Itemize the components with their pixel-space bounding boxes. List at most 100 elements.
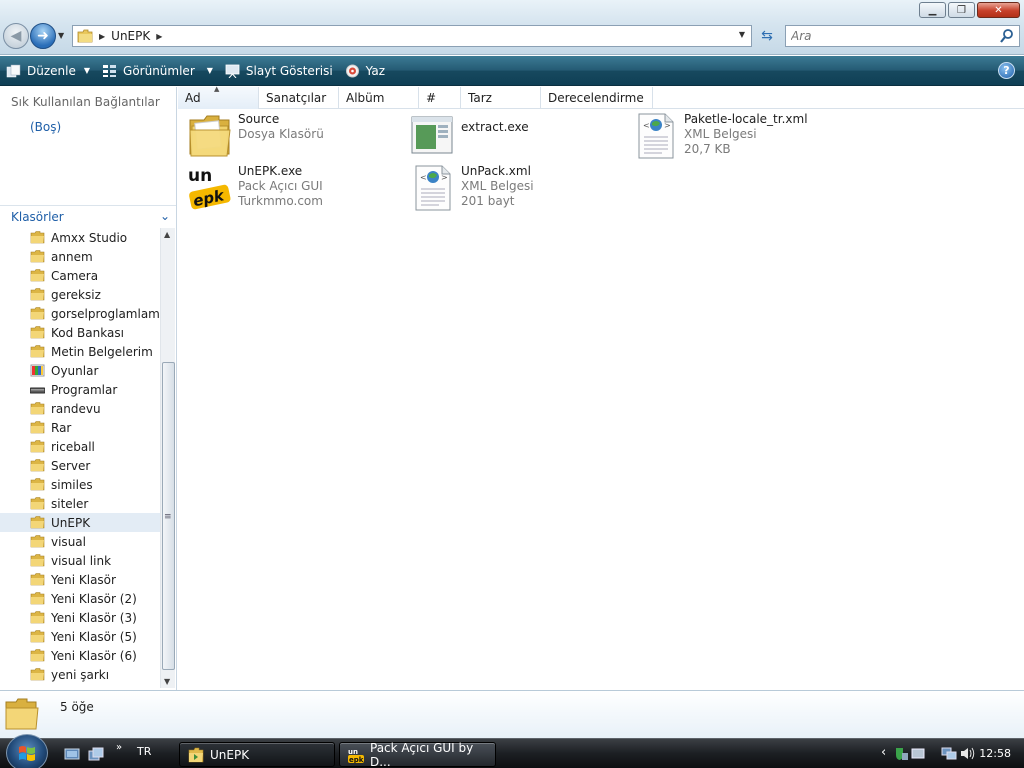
back-arrow-icon: ◀	[10, 28, 22, 44]
file-item-unepk-exe[interactable]: un epk UnEPK.exe Pack Açıcı GUI Turkmmo.…	[186, 164, 323, 212]
item-count: 5 öğe	[60, 700, 94, 714]
folder-icon	[30, 497, 45, 510]
search-icon[interactable]	[999, 28, 1015, 44]
column-album[interactable]: Albüm	[339, 87, 419, 109]
scroll-down-arrow-icon[interactable]: ▼	[164, 677, 170, 686]
folder-icon	[30, 478, 45, 491]
recent-pages-dropdown[interactable]: ▼	[58, 31, 64, 40]
forward-arrow-icon: ➜	[37, 28, 49, 44]
tree-item[interactable]: UnEPK	[0, 513, 160, 532]
folder-icon	[30, 459, 45, 472]
burn-button[interactable]: Yaz	[339, 56, 391, 85]
show-desktop-icon[interactable]	[64, 746, 80, 762]
quick-launch-more-icon[interactable]: »	[116, 742, 122, 753]
svg-text:epk: epk	[192, 186, 227, 210]
taskbar-button-pack-acici[interactable]: un epk Pack Açıcı GUI by D...	[339, 741, 496, 768]
views-menu-button[interactable]: Görünümler ▼	[96, 56, 219, 85]
folders-header[interactable]: Klasörler ⌄	[0, 205, 176, 227]
organize-menu-button[interactable]: Düzenle ▼	[0, 56, 96, 85]
devices-icon[interactable]	[910, 746, 926, 761]
security-shield-icon[interactable]	[893, 746, 909, 761]
tree-item[interactable]: Kod Bankası	[0, 323, 160, 342]
svg-text:un: un	[188, 166, 212, 186]
breadcrumb-unepk[interactable]: UnEPK	[111, 29, 150, 43]
minimize-button[interactable]: ▁	[919, 2, 946, 18]
tree-item[interactable]: yeni şarkı	[0, 665, 160, 684]
file-text: extract.exe	[461, 112, 529, 135]
file-item-source[interactable]: Source Dosya Klasörü	[186, 112, 324, 160]
tree-item[interactable]: gereksiz	[0, 285, 160, 304]
clock[interactable]: 12:58	[979, 747, 1011, 760]
svg-text:>: >	[664, 121, 671, 130]
tree-item[interactable]: randevu	[0, 399, 160, 418]
tree-item[interactable]: Yeni Klasör (2)	[0, 589, 160, 608]
file-item-extract-exe[interactable]: extract.exe	[409, 112, 529, 160]
folder-tree-scrollbar[interactable]: ▲ ≡ ▼	[160, 228, 175, 688]
breadcrumb-separator-icon[interactable]: ▶	[156, 32, 162, 41]
tree-item[interactable]: riceball	[0, 437, 160, 456]
tree-item-label: visual	[51, 534, 86, 549]
column-genre[interactable]: Tarz	[461, 87, 541, 109]
scroll-up-arrow-icon[interactable]: ▲	[164, 230, 170, 239]
volume-icon[interactable]	[959, 746, 975, 761]
start-button[interactable]	[6, 734, 48, 768]
network-icon[interactable]	[941, 746, 957, 761]
tree-item[interactable]: Rar	[0, 418, 160, 437]
help-icon: ?	[1003, 64, 1010, 77]
tree-item[interactable]: Amxx Studio	[0, 228, 160, 247]
file-type: Dosya Klasörü	[238, 127, 324, 141]
tree-item[interactable]: Yeni Klasör (6)	[0, 646, 160, 665]
switch-windows-icon[interactable]	[88, 746, 104, 762]
chevron-left-icon[interactable]: ‹	[881, 745, 886, 760]
unepk-logo-icon: un epk	[188, 166, 231, 210]
folder-icon	[30, 649, 45, 662]
help-button[interactable]: ?	[998, 62, 1015, 79]
taskbar-button-unepk[interactable]: UnEPK	[179, 742, 335, 767]
organize-icon	[6, 64, 21, 77]
slideshow-button[interactable]: Slayt Gösterisi	[219, 56, 339, 85]
xml-document-icon: < >	[415, 165, 451, 211]
search-input[interactable]	[786, 26, 986, 46]
folder-icon	[30, 630, 45, 643]
forward-button[interactable]: ➜	[30, 23, 56, 49]
tree-item[interactable]: visual	[0, 532, 160, 551]
command-bar: Düzenle ▼ Görünümler ▼ Slayt Gösterisi Y…	[0, 56, 1024, 86]
close-button[interactable]: ✕	[977, 2, 1020, 18]
refresh-button[interactable]: ⇆	[755, 25, 779, 47]
search-box[interactable]	[785, 25, 1020, 47]
maximize-button[interactable]: ❐	[948, 2, 975, 18]
address-bar[interactable]: ▶ UnEPK ▶ ▼	[72, 25, 752, 47]
svg-text:un: un	[348, 748, 358, 756]
folder-icon	[30, 516, 45, 529]
back-button[interactable]: ◀	[3, 23, 29, 49]
tree-item[interactable]: visual link	[0, 551, 160, 570]
tree-item[interactable]: Camera	[0, 266, 160, 285]
address-history-dropdown[interactable]: ▼	[739, 30, 745, 39]
tree-item[interactable]: Server	[0, 456, 160, 475]
tree-item[interactable]: Yeni Klasör (3)	[0, 608, 160, 627]
column-name[interactable]: Ad ▲	[178, 85, 259, 109]
file-description: Pack Açıcı GUI	[238, 179, 323, 193]
folder-icon	[30, 554, 45, 567]
tree-item[interactable]: Yeni Klasör (5)	[0, 627, 160, 646]
column-artists[interactable]: Sanatçılar	[259, 87, 339, 109]
tree-item[interactable]: annem	[0, 247, 160, 266]
column-rating[interactable]: Derecelendirme	[541, 87, 653, 109]
column-track-number[interactable]: #	[419, 87, 461, 109]
folder-icon	[30, 421, 45, 434]
tree-item[interactable]: Oyunlar	[0, 361, 160, 380]
tree-item[interactable]: siteler	[0, 494, 160, 513]
tree-item[interactable]: similes	[0, 475, 160, 494]
tree-item[interactable]: Programlar	[0, 380, 160, 399]
folder-icon	[30, 269, 45, 282]
file-name: extract.exe	[461, 120, 529, 134]
language-indicator[interactable]: TR	[137, 745, 151, 758]
window-title-bar: ▁ ❐ ✕ ◀ ➜ ▼ ▶ UnEPK ▶ ▼ ⇆	[0, 0, 1024, 55]
tree-item[interactable]: Metin Belgelerim	[0, 342, 160, 361]
chevron-down-icon[interactable]: ⌄	[160, 209, 170, 223]
tree-item[interactable]: gorselproglamlama	[0, 304, 160, 323]
breadcrumb-separator-icon[interactable]: ▶	[99, 32, 105, 41]
file-item-paketle-xml[interactable]: < > Paketle-locale_tr.xml XML Belgesi 20…	[632, 112, 808, 160]
tree-item[interactable]: Yeni Klasör	[0, 570, 160, 589]
file-item-unpack-xml[interactable]: < > UnPack.xml XML Belgesi 201 bayt	[409, 164, 534, 212]
